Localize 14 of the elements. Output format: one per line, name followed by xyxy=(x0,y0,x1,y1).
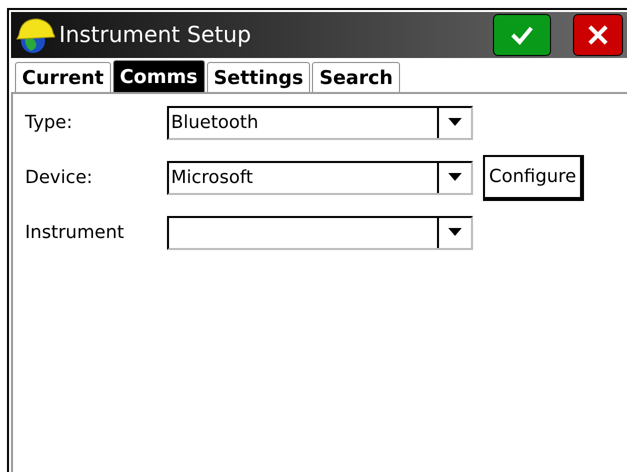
ok-button[interactable] xyxy=(493,14,551,56)
window-title: Instrument Setup xyxy=(59,22,252,48)
tab[interactable]: Settings xyxy=(206,62,310,92)
configure-button[interactable]: Configure xyxy=(483,154,584,200)
dropdown-field[interactable] xyxy=(167,216,473,250)
tab[interactable]: Comms xyxy=(112,60,205,92)
field-label: Type: xyxy=(25,112,74,133)
tab[interactable]: Current xyxy=(15,62,111,92)
dropdown-field[interactable]: Bluetooth xyxy=(167,106,473,140)
field-label: Instrument xyxy=(25,222,126,243)
close-button[interactable] xyxy=(573,14,623,56)
field-label: Device: xyxy=(25,167,94,188)
tab[interactable]: Search xyxy=(312,62,400,92)
dropdown-field[interactable]: Microsoft xyxy=(167,160,473,194)
